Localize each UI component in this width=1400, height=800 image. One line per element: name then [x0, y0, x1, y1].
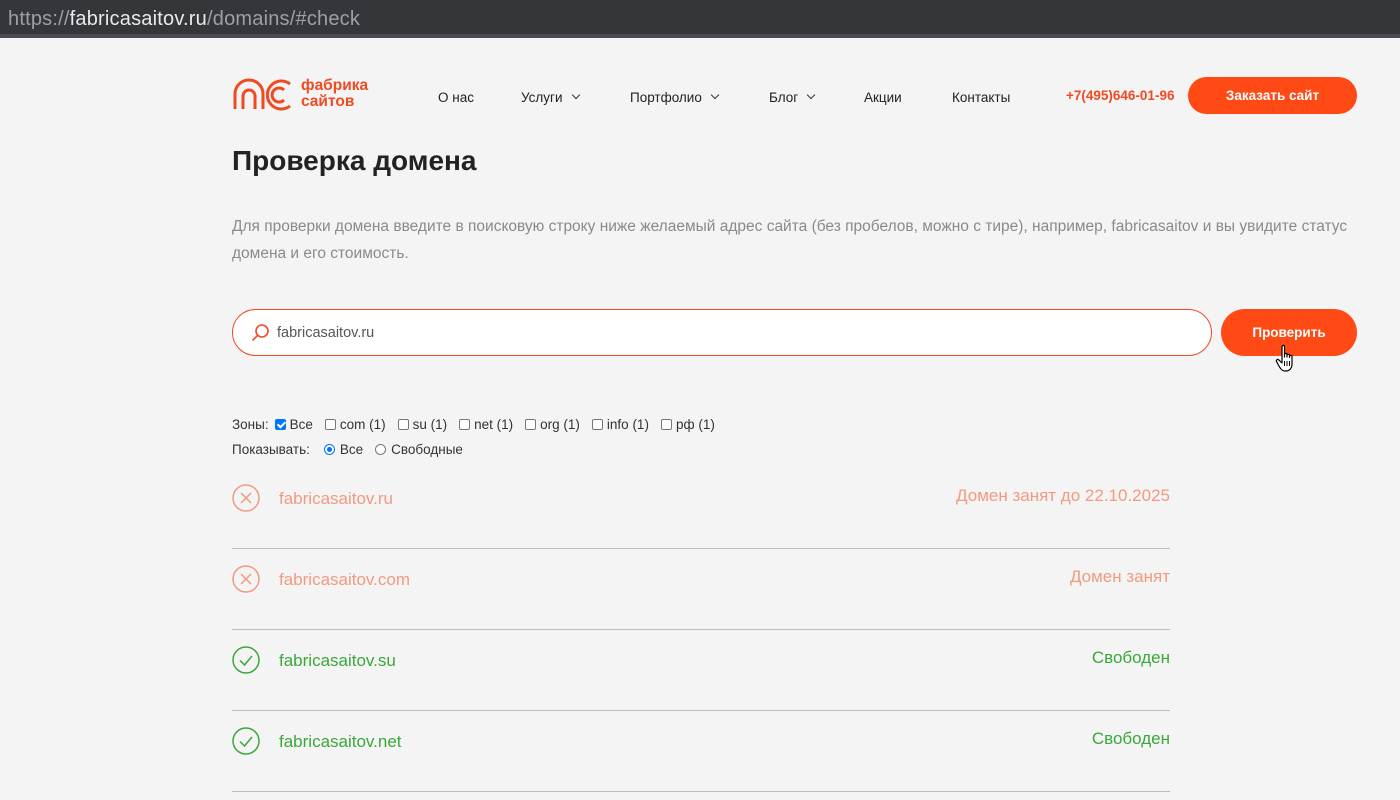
zone-option-label: com (1) — [339, 416, 386, 432]
zone-option-label: su (1) — [412, 416, 448, 432]
domain-result-row: fabricasaitov.su Свободен — [232, 630, 1170, 711]
zone-option-all[interactable]: Все — [274, 416, 313, 432]
show-option-label: Свободные — [391, 441, 463, 457]
result-status: Домен занят до 22.10.2025 — [956, 486, 1170, 505]
result-domain: fabricasaitov.net — [279, 732, 402, 751]
free-check-icon — [232, 646, 260, 674]
checkbox[interactable] — [324, 418, 336, 430]
free-check-icon — [232, 727, 260, 755]
zones-label: Зоны: — [232, 416, 269, 432]
nav-label: О нас — [438, 89, 474, 105]
zone-option-net[interactable]: net (1) — [459, 417, 513, 432]
nav-item-blog[interactable]: Блог — [769, 88, 816, 106]
show-filter-row: Показывать: Все Свободные — [232, 439, 727, 459]
nav-label: Блог — [769, 89, 799, 105]
show-option-free[interactable]: Свободные — [375, 442, 463, 457]
page-title: Проверка домена — [232, 145, 477, 176]
logo-mark-icon — [233, 78, 291, 111]
logo-line-2: сайтов — [301, 93, 355, 110]
domain-result-row: fabricasaitov.ru Домен занят до 22.10.20… — [232, 468, 1170, 549]
domain-result-row: fabricasaitov.com Домен занят — [232, 549, 1170, 630]
result-domain: fabricasaitov.ru — [279, 489, 394, 508]
nav-item-contacts[interactable]: Контакты — [952, 88, 1010, 106]
show-option-all[interactable]: Все — [323, 441, 364, 457]
zones-filter-row: Зоны: Все com (1) su (1) net (1) org (1)… — [232, 414, 727, 434]
checkbox[interactable] — [591, 418, 603, 430]
logo-text: фабрика сайтов — [301, 78, 368, 110]
domain-search-box[interactable] — [232, 309, 1212, 356]
nav-label: Услуги — [521, 89, 563, 105]
radio-button[interactable] — [375, 443, 387, 455]
zone-option-label: org (1) — [540, 416, 580, 432]
zone-option-info[interactable]: info (1) — [591, 416, 649, 432]
hand-pointer-cursor-icon — [1275, 344, 1293, 372]
result-status: Свободен — [1091, 648, 1170, 667]
checkbox[interactable] — [525, 418, 537, 430]
zone-option-label: net (1) — [474, 416, 514, 432]
checkbox[interactable] — [660, 418, 672, 430]
zone-option-com[interactable]: com (1) — [324, 416, 386, 432]
zone-option-label: Все — [289, 416, 313, 432]
zone-option-su[interactable]: su (1) — [397, 416, 448, 432]
nav-item-promotions[interactable]: Акции — [864, 88, 902, 106]
url-host: fabricasaitov.ru — [69, 8, 207, 30]
taken-x-icon — [232, 484, 260, 512]
order-site-button[interactable]: Заказать сайт — [1188, 77, 1357, 114]
browser-url-bar[interactable]: https://fabricasaitov.ru/domains/#check — [0, 0, 1400, 38]
result-status: Свободен — [1091, 729, 1170, 748]
chevron-down-icon — [806, 90, 816, 100]
result-domain: fabricasaitov.com — [279, 570, 411, 589]
logo-line-1: фабрика — [301, 77, 369, 94]
domain-search-input[interactable] — [277, 324, 1177, 341]
zone-option-label: рф (1) — [675, 416, 715, 432]
show-option-label: Все — [339, 441, 364, 457]
nav-item-services[interactable]: Услуги — [521, 88, 580, 106]
result-status: Домен занят — [1069, 567, 1170, 586]
zone-option-org[interactable]: org (1) — [525, 417, 580, 432]
zone-option-rf[interactable]: рф (1) — [660, 416, 715, 432]
intro-text: Для проверки домена введите в поисковую … — [232, 218, 1348, 262]
nav-label: Акции — [864, 89, 902, 105]
url-text[interactable]: https://fabricasaitov.ru/domains/#check — [8, 8, 360, 31]
domain-result-row: fabricasaitov.net Свободен — [232, 711, 1170, 792]
nav-label: Контакты — [952, 89, 1011, 105]
checkbox[interactable] — [459, 418, 471, 430]
domain-results-list: fabricasaitov.ru Домен занят до 22.10.20… — [232, 468, 1170, 792]
nav-item-about[interactable]: О нас — [438, 88, 474, 106]
result-filters: Зоны: Все com (1) su (1) net (1) org (1)… — [232, 414, 727, 464]
chevron-down-icon — [571, 90, 580, 100]
checkbox[interactable] — [274, 418, 286, 430]
nav-item-portfolio[interactable]: Портфолио — [630, 88, 720, 106]
taken-x-icon — [232, 565, 260, 593]
zone-option-label: info (1) — [606, 416, 649, 432]
phone-link[interactable]: +7(495)646-01-96 — [1066, 88, 1174, 103]
result-domain: fabricasaitov.su — [279, 651, 396, 670]
nav-label: Портфолио — [630, 89, 702, 105]
url-path: /domains/#check — [206, 8, 361, 30]
site-logo[interactable]: фабрика сайтов — [232, 76, 368, 112]
search-icon — [252, 323, 269, 341]
chevron-down-icon — [710, 90, 720, 100]
checkbox[interactable] — [397, 418, 409, 430]
radio-button[interactable] — [323, 443, 335, 455]
url-scheme: https:// — [8, 8, 70, 30]
show-label: Показывать: — [232, 441, 310, 457]
